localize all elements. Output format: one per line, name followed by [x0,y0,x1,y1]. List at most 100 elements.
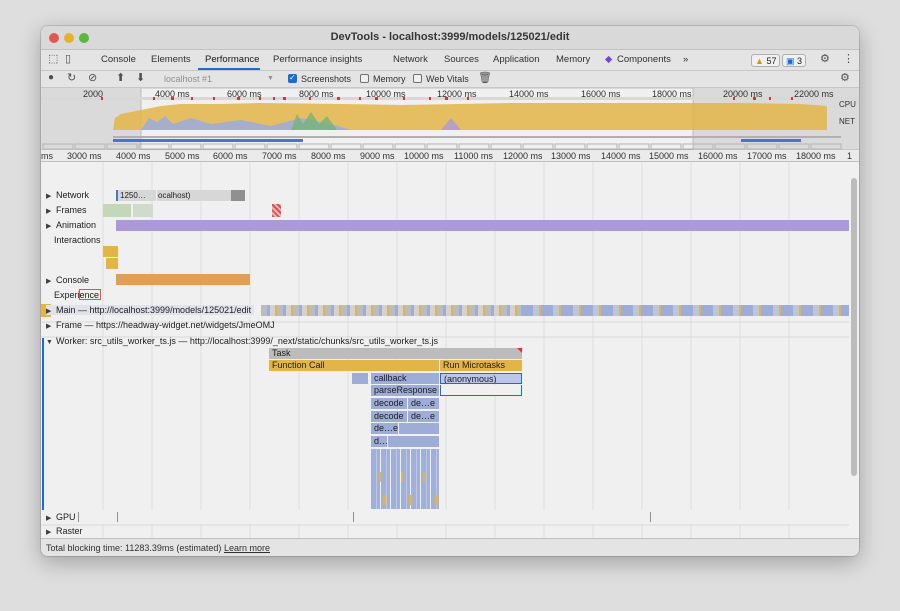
interaction-block[interactable] [103,246,118,257]
download-profile-icon[interactable]: ⬇ [136,73,145,84]
network-request-bar[interactable] [231,190,245,201]
expand-arrow-icon: ▶ [46,308,52,315]
console-track[interactable]: ▶ Console [41,273,849,288]
network-request-bar[interactable]: ocalhost) [157,190,231,201]
console-timing-bar[interactable] [116,274,250,285]
capture-settings-gear-icon[interactable]: ⚙ [840,73,850,84]
tab-memory[interactable]: Memory [556,54,590,65]
settings-gear-icon[interactable]: ⚙ [820,54,830,65]
layout-shift-marker[interactable] [79,289,101,300]
network-track[interactable]: ▶ Network 1250… ocalhost) [41,188,849,203]
web-vitals-checkbox[interactable] [413,74,422,83]
overview-tick: 8000 ms [299,89,334,99]
overview-tick: 10000 ms [366,89,406,99]
worker-track[interactable]: ▼ Worker: src_utils_worker_ts.js — http:/… [41,334,849,349]
flame-function-call[interactable]: Function Call [269,360,439,371]
interactions-track-header: Interactions [54,235,101,245]
overview-tick: 14000 ms [509,89,549,99]
chevron-down-icon[interactable]: ▼ [267,75,274,82]
tab-components[interactable]: Components [617,54,671,65]
ruler-tick: 10000 ms [404,151,444,161]
messages-badge[interactable]: ▣ 3 [782,54,807,67]
memory-label: Memory [373,74,406,84]
flame-decode[interactable]: de…e [408,398,439,409]
memory-checkbox[interactable] [360,74,369,83]
frames-track-header[interactable]: ▶ Frames [46,205,87,215]
gpu-activity-tick [650,512,651,522]
main-track-header[interactable]: ▶ Main — http://localhost:3999/models/125… [46,305,255,315]
worker-track-header[interactable]: ▼ Worker: src_utils_worker_ts.js — http:/… [46,336,438,346]
animation-track-header[interactable]: ▶ Animation [46,220,96,230]
flame-decode[interactable]: decode [371,398,407,409]
long-task-marker [517,348,522,353]
gpu-track-header[interactable]: ▶ GPU [46,512,76,522]
overview-tick: 16000 ms [581,89,621,99]
frame-track[interactable]: ▶ Frame — https://headway-widget.net/widg… [41,319,849,334]
console-track-header[interactable]: ▶ Console [46,275,89,285]
flame-parse-response[interactable]: parseResponse [371,385,439,396]
network-request-bar[interactable]: 1250… [116,190,156,201]
timeline-overview[interactable]: 2000 4000 ms 6000 ms 8000 ms 10000 ms 12… [41,88,859,150]
interactions-track[interactable]: Interactions [41,233,849,273]
flame-chart-area[interactable]: ▶ Network 1250… ocalhost) ▶ Frames ▶ Animat… [41,162,849,538]
expand-arrow-icon: ▶ [46,223,52,230]
main-thread-track[interactable]: ▶ Main — http://localhost:3999/models/125… [41,303,849,319]
flame-run-microtasks[interactable]: Run Microtasks [440,360,522,371]
dropped-frame-block[interactable] [272,204,281,217]
gpu-activity-tick [117,512,118,522]
flame-decode[interactable]: de…e [408,411,439,422]
flame-decode[interactable]: de…e [371,423,398,434]
main-thread-activity[interactable] [261,305,521,316]
more-tabs-icon[interactable]: » [683,54,688,65]
profile-select[interactable]: localhost #1 [164,74,212,84]
ruler-tick: 8000 ms [311,151,346,161]
interaction-block[interactable] [106,258,118,269]
frames-track[interactable]: ▶ Frames [41,203,849,218]
frame-block[interactable] [103,204,131,217]
experience-track[interactable]: Experience [41,288,849,303]
tab-elements[interactable]: Elements [151,54,191,65]
gpu-track[interactable]: ▶ GPU [41,510,849,524]
tab-application[interactable]: Application [493,54,539,65]
more-options-icon[interactable]: ⋮ [843,54,854,65]
warning-icon: ▲ [755,56,764,66]
flame-block[interactable] [388,436,439,447]
clear-icon[interactable]: ⊘ [88,73,97,84]
inspect-element-icon[interactable]: ⬚ [48,54,58,65]
flame-block[interactable] [352,373,368,384]
tab-performance[interactable]: Performance [205,54,259,65]
record-icon[interactable]: ● [48,73,54,83]
animation-bar[interactable] [116,220,849,231]
tab-console[interactable]: Console [101,54,136,65]
upload-profile-icon[interactable]: ⬆ [116,73,125,84]
flame-callback[interactable]: callback [371,373,439,384]
tab-performance-insights[interactable]: Performance insights [273,54,362,65]
network-track-header[interactable]: ▶ Network [46,190,89,200]
device-toolbar-icon[interactable]: ▯ [65,54,71,65]
flame-decode[interactable]: d… [371,436,387,447]
frame-block[interactable] [133,204,153,217]
flame-task[interactable]: Task [269,348,522,359]
collapse-arrow-icon: ▼ [46,339,53,346]
learn-more-link[interactable]: Learn more [224,543,270,553]
raster-track[interactable]: ▶ Raster [41,524,849,538]
flame-anonymous-selected[interactable]: (anonymous) [440,373,522,384]
flame-decode[interactable]: decode [371,411,407,422]
title-bar: DevTools - localhost:3999/models/125021/… [41,26,859,50]
vertical-scrollbar[interactable] [851,178,857,476]
devtools-window: DevTools - localhost:3999/models/125021/… [41,26,859,556]
frame-track-header[interactable]: ▶ Frame — https://headway-widget.net/widg… [46,320,275,330]
main-thread-activity[interactable] [521,305,849,316]
reload-record-icon[interactable]: ↻ [67,73,76,84]
raster-track-header[interactable]: ▶ Raster [46,526,83,536]
warnings-badge[interactable]: ▲ 57 [751,54,781,67]
tab-sources[interactable]: Sources [444,54,479,65]
screenshots-checkbox[interactable] [288,73,297,83]
flame-selection-children[interactable] [440,385,522,396]
trash-icon[interactable]: 🗑 [478,73,492,84]
expand-arrow-icon: ▶ [46,515,52,522]
flame-block[interactable] [399,423,439,434]
tab-network[interactable]: Network [393,54,428,65]
active-tab-indicator [198,68,260,70]
animation-track[interactable]: ▶ Animation [41,218,849,233]
